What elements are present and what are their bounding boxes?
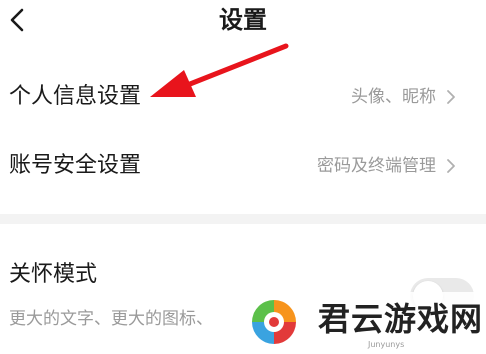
watermark: 君云游戏网 Junyunys <box>238 292 486 354</box>
watermark-text: 君云游戏网 <box>318 300 484 338</box>
row-value: 密码及终端管理 <box>317 156 436 176</box>
chevron-right-icon <box>447 90 455 104</box>
care-mode-description: 更大的文字、更大的图标、 <box>9 309 213 329</box>
site-logo <box>252 300 296 344</box>
row-label: 账号安全设置 <box>9 153 142 178</box>
chevron-right-icon <box>447 159 455 173</box>
section-divider <box>0 214 486 224</box>
top-bar: 设置 <box>0 0 486 44</box>
care-mode-title: 关怀模式 <box>9 262 98 287</box>
settings-row-personal-info[interactable]: 个人信息设置 头像、昵称 <box>0 68 486 128</box>
row-value: 头像、昵称 <box>351 87 436 107</box>
settings-row-account-security[interactable]: 账号安全设置 密码及终端管理 <box>0 137 486 197</box>
page-title: 设置 <box>219 6 267 34</box>
watermark-subtext: Junyunys <box>368 340 405 349</box>
row-label: 个人信息设置 <box>9 84 142 109</box>
